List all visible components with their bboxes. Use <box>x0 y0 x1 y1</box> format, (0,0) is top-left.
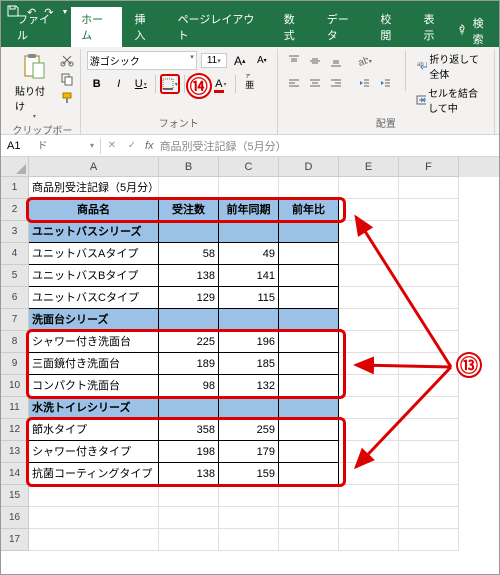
increase-indent-icon[interactable] <box>375 73 395 93</box>
row-header[interactable]: 15 <box>1 485 29 507</box>
decrease-indent-icon[interactable] <box>354 73 374 93</box>
column-headers: A B C D E F <box>1 157 499 177</box>
ribbon-tabs: ファイル ホーム 挿入 ページレイアウト 数式 データ 校閲 表示 検索 <box>1 23 499 47</box>
align-right-icon[interactable] <box>326 73 346 93</box>
group-font: 游ゴシック ▾ 11▾ A▴ A▾ B I U A ア亜 フォント <box>81 49 278 134</box>
align-top-icon[interactable] <box>284 51 304 71</box>
merge-center-button[interactable]: セルを結合して中 <box>416 85 488 115</box>
row-header[interactable]: 14 <box>1 463 29 485</box>
ribbon: 貼り付け ▾ クリップボード 游ゴシック ▾ 11▾ A▴ A▾ B I U <box>1 47 499 135</box>
decrease-font-icon[interactable]: A▾ <box>253 52 271 70</box>
format-painter-icon[interactable] <box>60 91 74 108</box>
tab-review[interactable]: 校閲 <box>370 7 411 47</box>
tab-formula[interactable]: 数式 <box>274 7 315 47</box>
font-name-select[interactable]: 游ゴシック ▾ <box>87 51 197 70</box>
align-left-icon[interactable] <box>284 73 304 93</box>
font-size-select[interactable]: 11▾ <box>201 53 227 68</box>
cancel-formula-icon[interactable]: ✕ <box>105 140 119 151</box>
callout-14: ⑭ <box>186 73 212 99</box>
tab-file[interactable]: ファイル <box>7 7 69 47</box>
wrap-text-button[interactable]: ab 折り返して全体 <box>416 51 488 81</box>
group-alignment: ab ab 折り返して全体 セルを結合して中 配置 <box>278 49 495 134</box>
callout-13: ⑬ <box>456 352 482 378</box>
row-header[interactable]: 7 <box>1 309 29 331</box>
formula-bar-row: A1 ✕ ✓ fx 商品別受注記録（5月分） <box>1 135 499 157</box>
select-all-corner[interactable] <box>1 157 29 177</box>
italic-button[interactable]: I <box>109 74 129 94</box>
tab-layout[interactable]: ページレイアウト <box>168 7 272 47</box>
worksheet[interactable]: A B C D E F 1 商品別受注記録（5月分） 2 商品名 受注数 前年同… <box>1 157 499 551</box>
align-bottom-icon[interactable] <box>326 51 346 71</box>
fx-icon[interactable]: fx <box>145 140 154 152</box>
col-header-c[interactable]: C <box>219 157 279 177</box>
row-header[interactable]: 2 <box>1 199 29 221</box>
font-color-button[interactable]: A <box>211 74 231 94</box>
clipboard-label: クリップボード <box>11 122 74 154</box>
align-middle-icon[interactable] <box>305 51 325 71</box>
row-header[interactable]: 8 <box>1 331 29 353</box>
svg-text:ab: ab <box>357 55 368 67</box>
group-clipboard: 貼り付け ▾ クリップボード <box>5 49 81 134</box>
cell[interactable]: 商品名 <box>29 199 159 221</box>
tell-me-label[interactable]: 検索 <box>473 15 493 47</box>
font-label: フォント <box>87 115 271 132</box>
col-header-f[interactable]: F <box>399 157 459 177</box>
paste-button[interactable]: 貼り付け ▾ <box>11 51 58 122</box>
row-header[interactable]: 17 <box>1 529 29 551</box>
tell-me-icon[interactable] <box>457 24 469 39</box>
tab-home[interactable]: ホーム <box>71 7 122 47</box>
row-header[interactable]: 5 <box>1 265 29 287</box>
row-header[interactable]: 9 <box>1 353 29 375</box>
orientation-icon[interactable]: ab <box>354 51 374 71</box>
row-header[interactable]: 11 <box>1 397 29 419</box>
align-label: 配置 <box>284 115 488 132</box>
tab-data[interactable]: データ <box>317 7 369 47</box>
phonetic-button[interactable]: ア亜 <box>240 74 260 94</box>
col-header-a[interactable]: A <box>29 157 159 177</box>
row-header[interactable]: 16 <box>1 507 29 529</box>
underline-button[interactable]: U <box>131 74 151 94</box>
row-header[interactable]: 10 <box>1 375 29 397</box>
row-header[interactable]: 3 <box>1 221 29 243</box>
cell[interactable]: 商品別受注記録（5月分） <box>29 177 159 199</box>
enter-formula-icon[interactable]: ✓ <box>125 140 139 151</box>
cut-icon[interactable] <box>60 53 74 70</box>
row-header[interactable]: 1 <box>1 177 29 199</box>
row-header[interactable]: 12 <box>1 419 29 441</box>
row-header[interactable]: 6 <box>1 287 29 309</box>
increase-font-icon[interactable]: A▴ <box>231 52 249 70</box>
tab-view[interactable]: 表示 <box>413 7 454 47</box>
bold-button[interactable]: B <box>87 74 107 94</box>
align-center-icon[interactable] <box>305 73 325 93</box>
col-header-e[interactable]: E <box>339 157 399 177</box>
formula-bar[interactable]: 商品別受注記録（5月分） <box>160 138 287 154</box>
tab-insert[interactable]: 挿入 <box>124 7 165 47</box>
border-button[interactable] <box>160 74 180 94</box>
col-header-d[interactable]: D <box>279 157 339 177</box>
col-header-b[interactable]: B <box>159 157 219 177</box>
row-header[interactable]: 13 <box>1 441 29 463</box>
row-header[interactable]: 4 <box>1 243 29 265</box>
copy-icon[interactable] <box>60 72 74 89</box>
